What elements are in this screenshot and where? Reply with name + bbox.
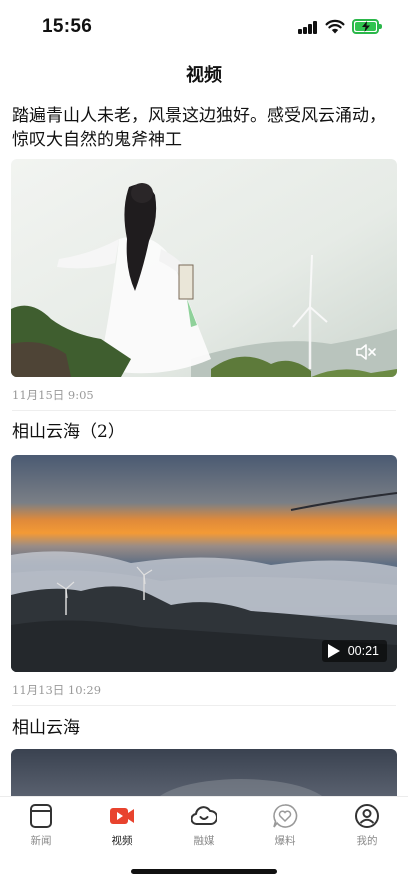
- play-button[interactable]: 00:21: [321, 640, 387, 662]
- home-indicator[interactable]: [131, 869, 277, 874]
- video-feed[interactable]: 踏遍青山人未老，风景这边独好。感受风云涌动，惊叹大自然的鬼斧神工 11月15日 …: [0, 96, 408, 796]
- tab-label: 新闻: [30, 835, 52, 847]
- video-title[interactable]: 相山云海（2）: [12, 420, 400, 444]
- tab-profile[interactable]: 我的: [337, 803, 397, 848]
- play-icon: [327, 644, 340, 658]
- tab-label: 爆料: [274, 835, 296, 847]
- video-thumbnail: [11, 159, 397, 377]
- cloud-icon: [191, 806, 217, 825]
- tab-label: 视频: [111, 835, 133, 847]
- tab-label: 我的: [356, 835, 378, 847]
- status-time: 15:56: [42, 16, 93, 37]
- video-icon: [110, 808, 134, 824]
- tab-media[interactable]: 融媒: [174, 803, 234, 848]
- tab-video[interactable]: 视频: [92, 803, 152, 848]
- video-duration: 00:21: [347, 644, 379, 658]
- tab-tip-off[interactable]: 爆料: [255, 803, 315, 848]
- video-title[interactable]: 相山云海: [12, 716, 400, 740]
- tip-off-heart-icon: [273, 804, 298, 828]
- publish-date: 11月15日 9:05: [12, 388, 94, 402]
- page-title: 视频: [186, 65, 222, 86]
- divider: [12, 410, 396, 411]
- profile-icon: [355, 804, 379, 828]
- video-thumbnail: [11, 749, 397, 796]
- status-bar: 15:56: [0, 0, 408, 52]
- wifi-icon: [325, 19, 345, 34]
- divider: [12, 705, 396, 706]
- battery-icon: [352, 19, 382, 34]
- video-title[interactable]: 踏遍青山人未老，风景这边独好。感受风云涌动，惊叹大自然的鬼斧神工: [12, 104, 400, 152]
- video-player[interactable]: 00:21: [11, 455, 397, 672]
- cellular-signal-icon: [298, 21, 318, 34]
- mute-icon[interactable]: [355, 343, 377, 361]
- video-player[interactable]: [11, 159, 397, 377]
- tab-news[interactable]: 新闻: [11, 803, 71, 848]
- news-icon: [30, 804, 52, 828]
- tab-label: 融媒: [193, 835, 215, 847]
- publish-date: 11月13日 10:29: [12, 683, 102, 697]
- video-player[interactable]: [11, 749, 397, 796]
